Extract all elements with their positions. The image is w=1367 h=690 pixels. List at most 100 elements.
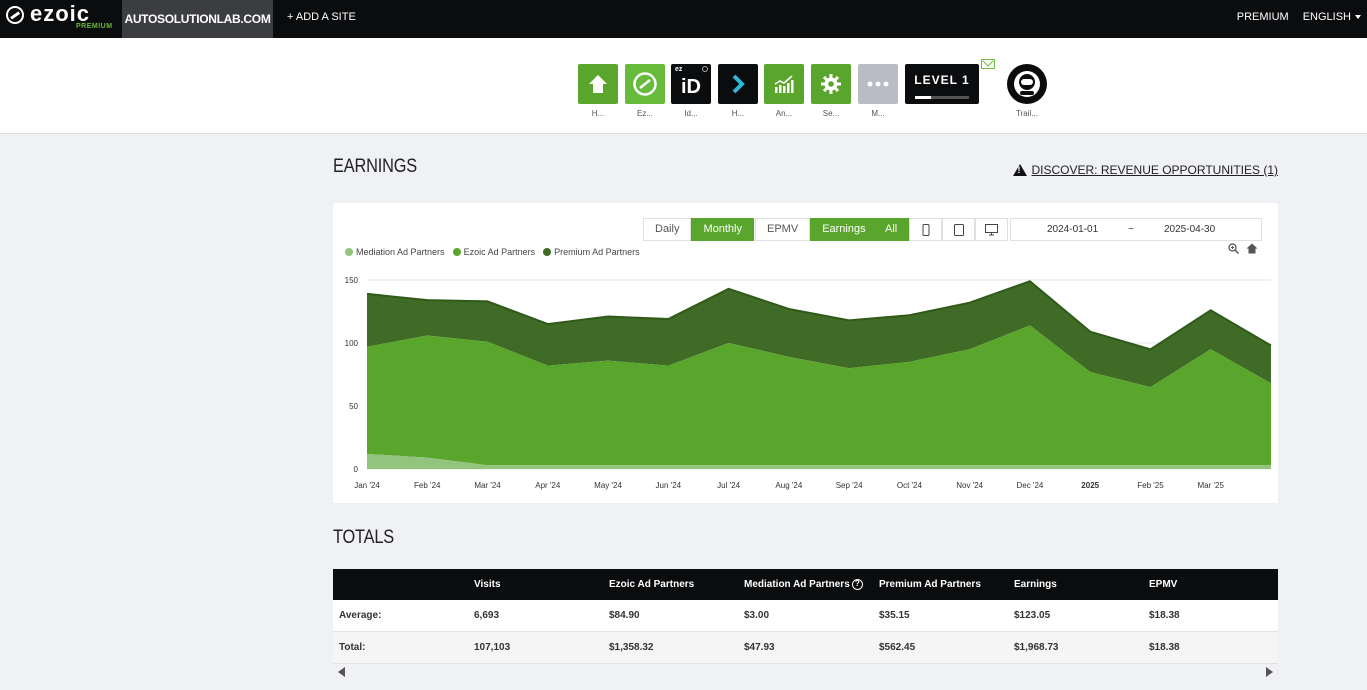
daily-button[interactable]: Daily: [643, 218, 692, 241]
ezoic-icon: [625, 64, 665, 104]
discover-link-text: DISCOVER: REVENUE OPPORTUNITIES (1): [1031, 163, 1279, 177]
app-settings[interactable]: Se...: [811, 64, 851, 118]
date-from: 2024-01-01: [1047, 224, 1099, 235]
legend-swatch: [452, 248, 461, 256]
app-label: Se...: [822, 109, 840, 118]
x-tick-label: May '24: [594, 481, 622, 490]
mail-icon[interactable]: [981, 59, 995, 69]
premium-link[interactable]: PREMIUM: [1237, 0, 1289, 34]
x-tick-label: Aug '24: [775, 481, 802, 490]
cell-premium: $35.15: [879, 610, 910, 621]
all-devices-button[interactable]: All: [873, 218, 910, 241]
legend-item[interactable]: Premium Ad Partners: [543, 247, 640, 257]
legend-label: Premium Ad Partners: [554, 247, 640, 257]
x-tick-label: Sep '24: [836, 481, 863, 490]
app-label: Ez...: [636, 109, 653, 118]
cell-ezoic: $1,358.32: [609, 642, 654, 653]
app-more[interactable]: M...: [858, 64, 898, 118]
logo-text: ezoic: [30, 1, 91, 26]
scroll-left-icon[interactable]: [338, 667, 346, 677]
warning-icon: [1012, 164, 1027, 176]
ezoic-logo[interactable]: ezoic PREMIUM: [6, 1, 112, 35]
ezoic-logo-icon: [6, 6, 24, 24]
tablet-button[interactable]: [942, 218, 976, 241]
gear-icon: [811, 64, 851, 104]
earnings-area-chart: 0 50 100 150 Jan '24 Feb '24 Mar '24 Apr '24 May…: [345, 276, 1272, 490]
level-badge[interactable]: LEVEL 1: [905, 64, 979, 104]
chart-icon: [764, 64, 804, 104]
zoom-icon[interactable]: [1228, 243, 1239, 254]
cell-ezoic: $84.90: [609, 610, 640, 621]
mobile-button[interactable]: [909, 218, 943, 241]
site-selector-tab[interactable]: AUTOSOLUTIONLAB.COM: [122, 0, 273, 38]
monthly-button[interactable]: Monthly: [691, 218, 754, 241]
earnings-button[interactable]: Earnings: [810, 218, 878, 241]
x-tick-label: Nov '24: [956, 481, 983, 490]
table-header: Visits Ezoic Ad Partners Mediation Ad Pa…: [333, 569, 1278, 600]
metric-toggle: EPMV Earnings: [755, 218, 878, 241]
y-tick-label: 0: [354, 465, 359, 474]
app-label: H...: [731, 109, 745, 118]
chevron-down-icon: [1355, 15, 1361, 20]
mobile-icon: [922, 223, 930, 236]
level-label: LEVEL 1: [914, 73, 970, 87]
table-row: Total: 107,103 $1,358.32 $47.93 $562.45 …: [333, 632, 1278, 664]
astronaut-icon: [1007, 64, 1047, 104]
period-toggle: Daily Monthly: [643, 218, 754, 241]
app-identity[interactable]: ez iD Id...: [671, 64, 711, 118]
id-icon-prefix: ez: [675, 66, 683, 73]
top-nav-bar: ezoic PREMIUM AUTOSOLUTIONLAB.COM + ADD …: [0, 0, 1367, 38]
add-site-link[interactable]: + ADD A SITE: [287, 0, 356, 34]
x-tick-label: Dec '24: [1016, 481, 1043, 490]
horizontal-scrollbar[interactable]: [333, 664, 1278, 680]
header-visits: Visits: [474, 579, 501, 590]
legend-label: Mediation Ad Partners: [356, 247, 445, 257]
chart-legend: Mediation Ad Partners Ezoic Ad Partners …: [345, 247, 640, 257]
help-icon[interactable]: ?: [851, 579, 863, 590]
cell-mediation: $3.00: [744, 610, 770, 621]
home-icon: [578, 64, 618, 104]
epmv-button[interactable]: EPMV: [755, 218, 811, 241]
date-separator: ~: [1128, 224, 1134, 235]
y-tick-label: 100: [345, 339, 359, 348]
cell-epmv: $18.38: [1149, 642, 1180, 653]
app-home[interactable]: H...: [578, 64, 618, 118]
discover-revenue-link[interactable]: DISCOVER: REVENUE OPPORTUNITIES (1): [1012, 163, 1279, 177]
scroll-right-icon[interactable]: [1265, 667, 1273, 677]
app-label: An...: [775, 109, 793, 118]
y-tick-label: 150: [345, 276, 359, 285]
device-toggle: All: [873, 218, 1009, 241]
row-label: Average:: [339, 610, 382, 621]
x-tick-label: Apr '24: [535, 481, 561, 490]
legend-swatch: [543, 248, 552, 256]
app-analytics[interactable]: An...: [764, 64, 804, 118]
date-range-picker[interactable]: 2024-01-01 ~ 2025-04-30: [1010, 218, 1262, 241]
x-tick-label: Jun '24: [656, 481, 682, 490]
id-icon: ez iD: [671, 64, 711, 104]
more-icon: [858, 64, 898, 104]
legend-item[interactable]: Mediation Ad Partners: [345, 247, 445, 257]
earnings-chart-card: Daily Monthly EPMV Earnings All 2024-01-…: [333, 203, 1278, 503]
totals-title: TOTALS: [333, 527, 395, 548]
app-label: Id...: [684, 109, 698, 118]
x-tick-label: 2025: [1081, 481, 1099, 490]
language-selector[interactable]: ENGLISH: [1303, 0, 1361, 34]
tablet-icon: [953, 223, 964, 236]
legend-label: Ezoic Ad Partners: [463, 247, 536, 257]
app-label: M...: [871, 109, 885, 118]
table-row: Average: 6,693 $84.90 $3.00 $35.15 $123.…: [333, 600, 1278, 632]
cell-epmv: $18.38: [1149, 610, 1180, 621]
app-trail[interactable]: Trail...: [1007, 64, 1047, 118]
desktop-button[interactable]: [975, 218, 1009, 241]
id-icon-text: iD: [681, 75, 701, 98]
x-tick-label: Mar '25: [1198, 481, 1225, 490]
legend-swatch: [345, 248, 353, 256]
reset-home-icon[interactable]: [1246, 243, 1258, 254]
app-label: H...: [591, 109, 605, 118]
language-label: ENGLISH: [1302, 11, 1351, 23]
app-ezoic[interactable]: Ez...: [625, 64, 665, 118]
date-to: 2025-04-30: [1164, 224, 1216, 235]
legend-item[interactable]: Ezoic Ad Partners: [452, 247, 536, 257]
x-tick-label: Jan '24: [354, 481, 380, 490]
app-h[interactable]: H...: [718, 64, 758, 118]
